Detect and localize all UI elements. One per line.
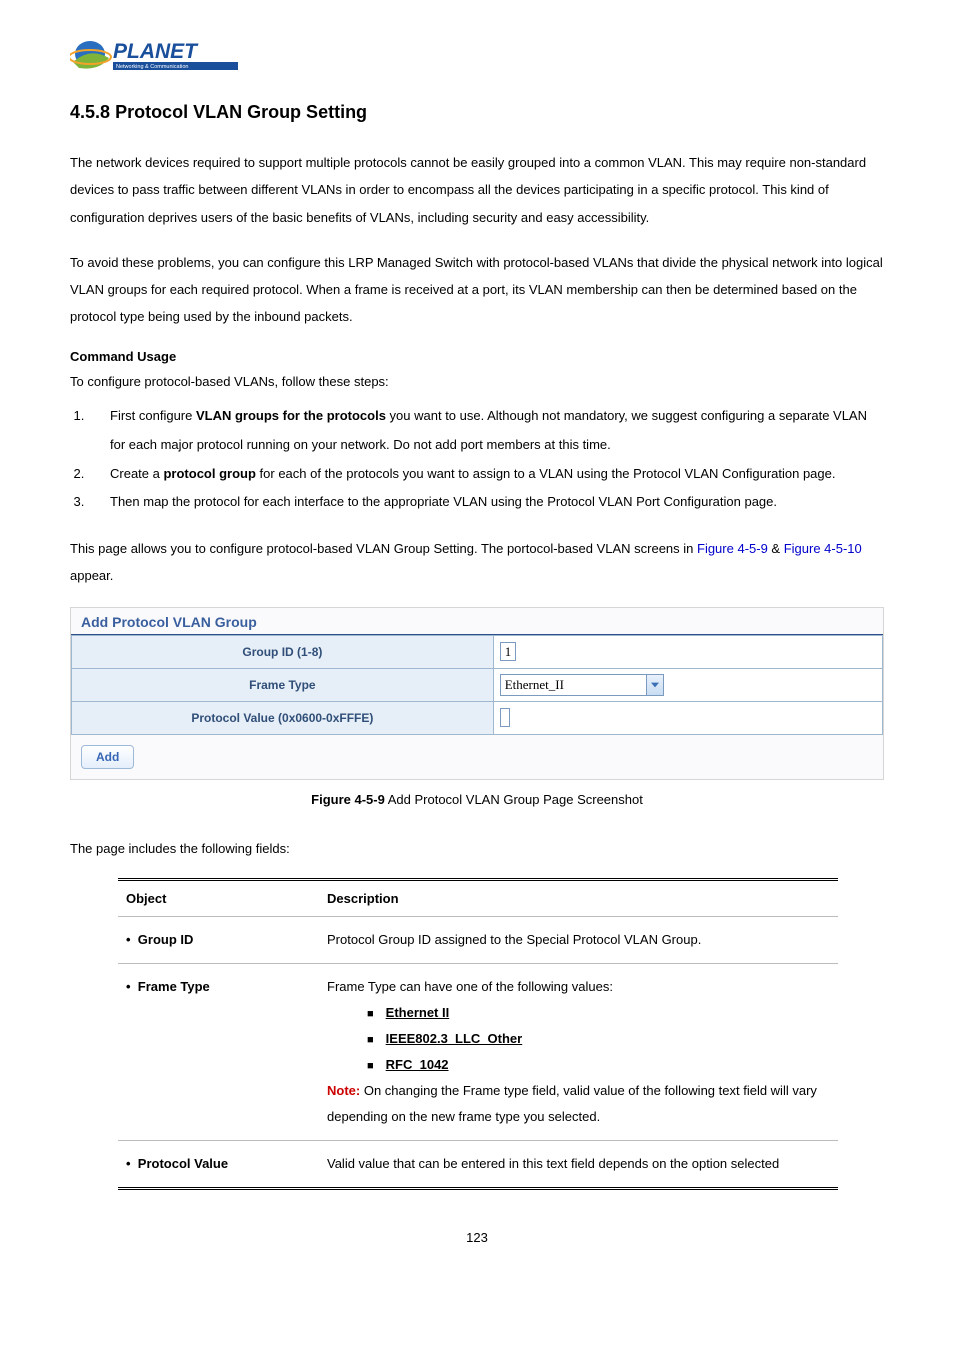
- fields-description-table: Object Description • Group ID Protocol G…: [118, 878, 838, 1190]
- figure-reference-text: This page allows you to configure protoc…: [70, 535, 884, 590]
- step-2: Create a protocol group for each of the …: [88, 460, 884, 489]
- command-usage-heading: Command Usage: [70, 349, 884, 364]
- chevron-down-icon: [646, 675, 663, 695]
- frame-type-select[interactable]: Ethernet_II: [500, 674, 664, 696]
- figure-caption: Figure 4-5-9 Add Protocol VLAN Group Pag…: [70, 792, 884, 807]
- frame-type-label: Frame Type: [72, 669, 494, 702]
- group-id-label: Group ID (1-8): [72, 636, 494, 669]
- col-header-description: Description: [319, 879, 838, 916]
- page-number: 123: [70, 1230, 884, 1245]
- list-item: Ethernet II: [367, 1000, 830, 1026]
- figure-4-5-9-link[interactable]: Figure 4-5-9: [697, 541, 768, 556]
- table-row: • Protocol Value Valid value that can be…: [118, 1140, 838, 1188]
- list-item: IEEE802.3_LLC_Other: [367, 1026, 830, 1052]
- protocol-value-label: Protocol Value (0x0600-0xFFFE): [72, 702, 494, 735]
- col-header-object: Object: [118, 879, 319, 916]
- list-item: RFC_1042: [367, 1052, 830, 1078]
- step-3: Then map the protocol for each interface…: [88, 488, 884, 517]
- command-usage-intro: To configure protocol-based VLANs, follo…: [70, 368, 884, 397]
- panel-title: Add Protocol VLAN Group: [71, 608, 883, 635]
- add-button[interactable]: Add: [81, 745, 134, 769]
- table-row: • Frame Type Frame Type can have one of …: [118, 963, 838, 1140]
- intro-paragraph-1: The network devices required to support …: [70, 149, 884, 231]
- table-row: • Group ID Protocol Group ID assigned to…: [118, 916, 838, 963]
- svg-text:PLANET: PLANET: [113, 40, 199, 63]
- add-protocol-vlan-group-panel: Add Protocol VLAN Group Group ID (1-8) 1…: [70, 607, 884, 780]
- intro-paragraph-2: To avoid these problems, you can configu…: [70, 249, 884, 331]
- planet-logo-icon: PLANET Networking & Communication: [70, 32, 245, 82]
- protocol-value-input[interactable]: [500, 708, 510, 727]
- figure-4-5-10-link[interactable]: Figure 4-5-10: [784, 541, 862, 556]
- steps-list: First configure VLAN groups for the prot…: [70, 402, 884, 516]
- brand-logo: PLANET Networking & Communication: [70, 32, 884, 82]
- fields-intro: The page includes the following fields:: [70, 835, 884, 864]
- section-heading: 4.5.8 Protocol VLAN Group Setting: [70, 102, 884, 123]
- svg-text:Networking & Communication: Networking & Communication: [116, 64, 188, 70]
- step-1: First configure VLAN groups for the prot…: [88, 402, 884, 459]
- group-id-input[interactable]: 1: [500, 642, 517, 661]
